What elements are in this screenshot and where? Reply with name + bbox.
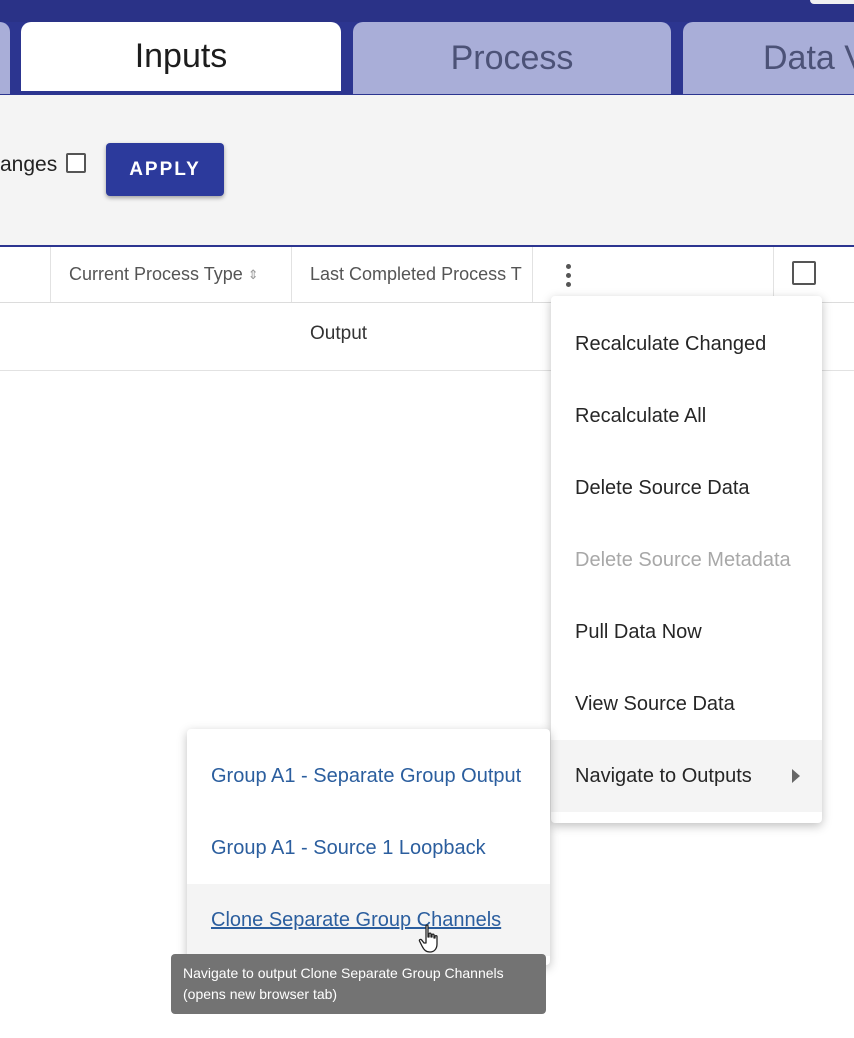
select-all-checkbox[interactable] (792, 261, 816, 285)
kebab-menu-icon[interactable] (566, 264, 572, 290)
submenu-item-group-a1-loopback[interactable]: Group A1 - Source 1 Loopback (187, 812, 550, 884)
tab-data[interactable]: Data V (683, 22, 854, 94)
context-menu: Recalculate Changed Recalculate All Dele… (551, 296, 822, 823)
tab-inputs[interactable]: Inputs (21, 22, 341, 94)
apply-button[interactable]: APPLY (106, 143, 224, 196)
column-last-completed-process[interactable]: Last Completed Process T (291, 247, 533, 302)
tooltip: Navigate to output Clone Separate Group … (171, 954, 546, 1014)
menu-item-label: Navigate to Outputs (575, 764, 752, 787)
tooltip-line: (opens new browser tab) (183, 986, 338, 1002)
tab-previous[interactable] (0, 22, 10, 94)
menu-item-recalculate-all[interactable]: Recalculate All (551, 380, 822, 452)
submenu-item-group-a1-separate[interactable]: Group A1 - Separate Group Output (187, 740, 550, 812)
menu-item-delete-source-metadata: Delete Source Metadata (575, 548, 791, 571)
submenu-item-clone-separate[interactable]: Clone Separate Group Channels (187, 884, 550, 956)
column-label: Current Process Type (69, 264, 243, 284)
header-corner (810, 0, 854, 4)
app-header: Inputs Process Data V (0, 0, 854, 95)
menu-item-view-source-data[interactable]: View Source Data (551, 668, 822, 740)
header-decoration (0, 0, 854, 22)
menu-item-recalculate-changed[interactable]: Recalculate Changed (551, 308, 822, 380)
toolbar: anges APPLY (0, 95, 854, 247)
menu-item-delete-source-data[interactable]: Delete Source Data (551, 452, 822, 524)
changes-checkbox[interactable] (66, 153, 86, 173)
menu-item-pull-data-now[interactable]: Pull Data Now (551, 596, 822, 668)
changes-label: anges (0, 153, 58, 176)
hand-pointer-icon (418, 924, 438, 953)
column-label: Last Completed Process T (310, 264, 522, 284)
tooltip-line: Navigate to output Clone Separate Group … (183, 965, 504, 981)
tab-process[interactable]: Process (353, 22, 671, 94)
outputs-submenu: Group A1 - Separate Group Output Group A… (187, 729, 550, 965)
caret-right-icon (792, 769, 800, 783)
menu-item-navigate-to-outputs[interactable]: Navigate to Outputs (551, 740, 822, 812)
column-current-process-type[interactable]: Current Process Type ⇕ (50, 247, 292, 302)
cell-last-completed: Output (310, 323, 368, 344)
sort-icon[interactable]: ⇕ (248, 267, 259, 283)
table-header: Current Process Type ⇕ Last Completed Pr… (0, 247, 854, 303)
